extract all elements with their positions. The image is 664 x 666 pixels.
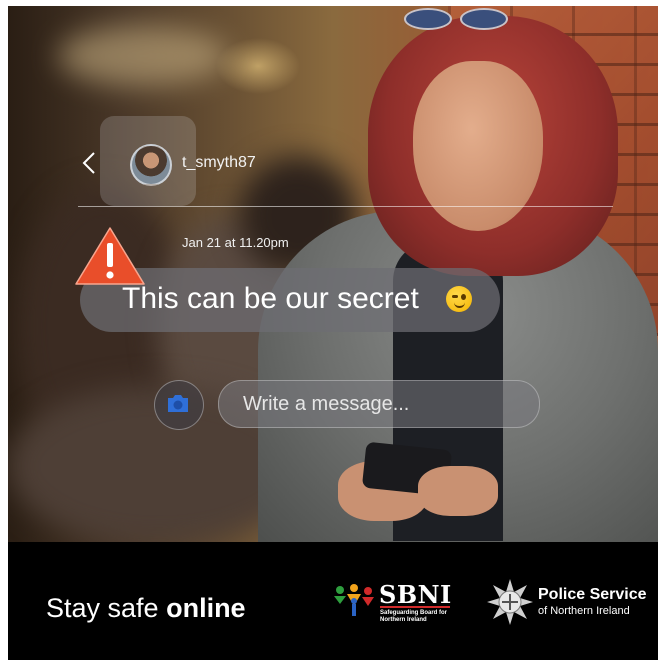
message-input-placeholder: Write a message...: [243, 393, 410, 415]
camera-icon: [168, 395, 188, 412]
message-timestamp: Jan 21 at 11.20pm: [182, 235, 289, 250]
avatar[interactable]: [130, 144, 172, 186]
psni-badge-icon: [487, 579, 533, 625]
message-text: This can be our secret: [122, 282, 419, 315]
warning-icon: [75, 227, 145, 285]
winking-face-icon: [446, 286, 472, 312]
message-input[interactable]: Write a message...: [218, 380, 540, 428]
sbni-logo-figures-icon: [334, 584, 374, 616]
back-chevron-icon[interactable]: [82, 151, 96, 175]
campaign-image: t_smyth87 Jan 21 at 11.20pm This can be …: [8, 6, 658, 660]
sunglasses: [404, 8, 514, 30]
sbni-subtitle: Safeguarding Board for Northern Ireland: [380, 610, 448, 623]
psni-title: Police Service: [538, 586, 647, 603]
psni-subtitle: of Northern Ireland: [538, 605, 630, 617]
header-divider: [78, 206, 613, 207]
sbni-logo-text: SBNI: [379, 580, 452, 609]
username[interactable]: t_smyth87: [182, 154, 256, 172]
slogan: Stay safe online: [46, 593, 246, 623]
